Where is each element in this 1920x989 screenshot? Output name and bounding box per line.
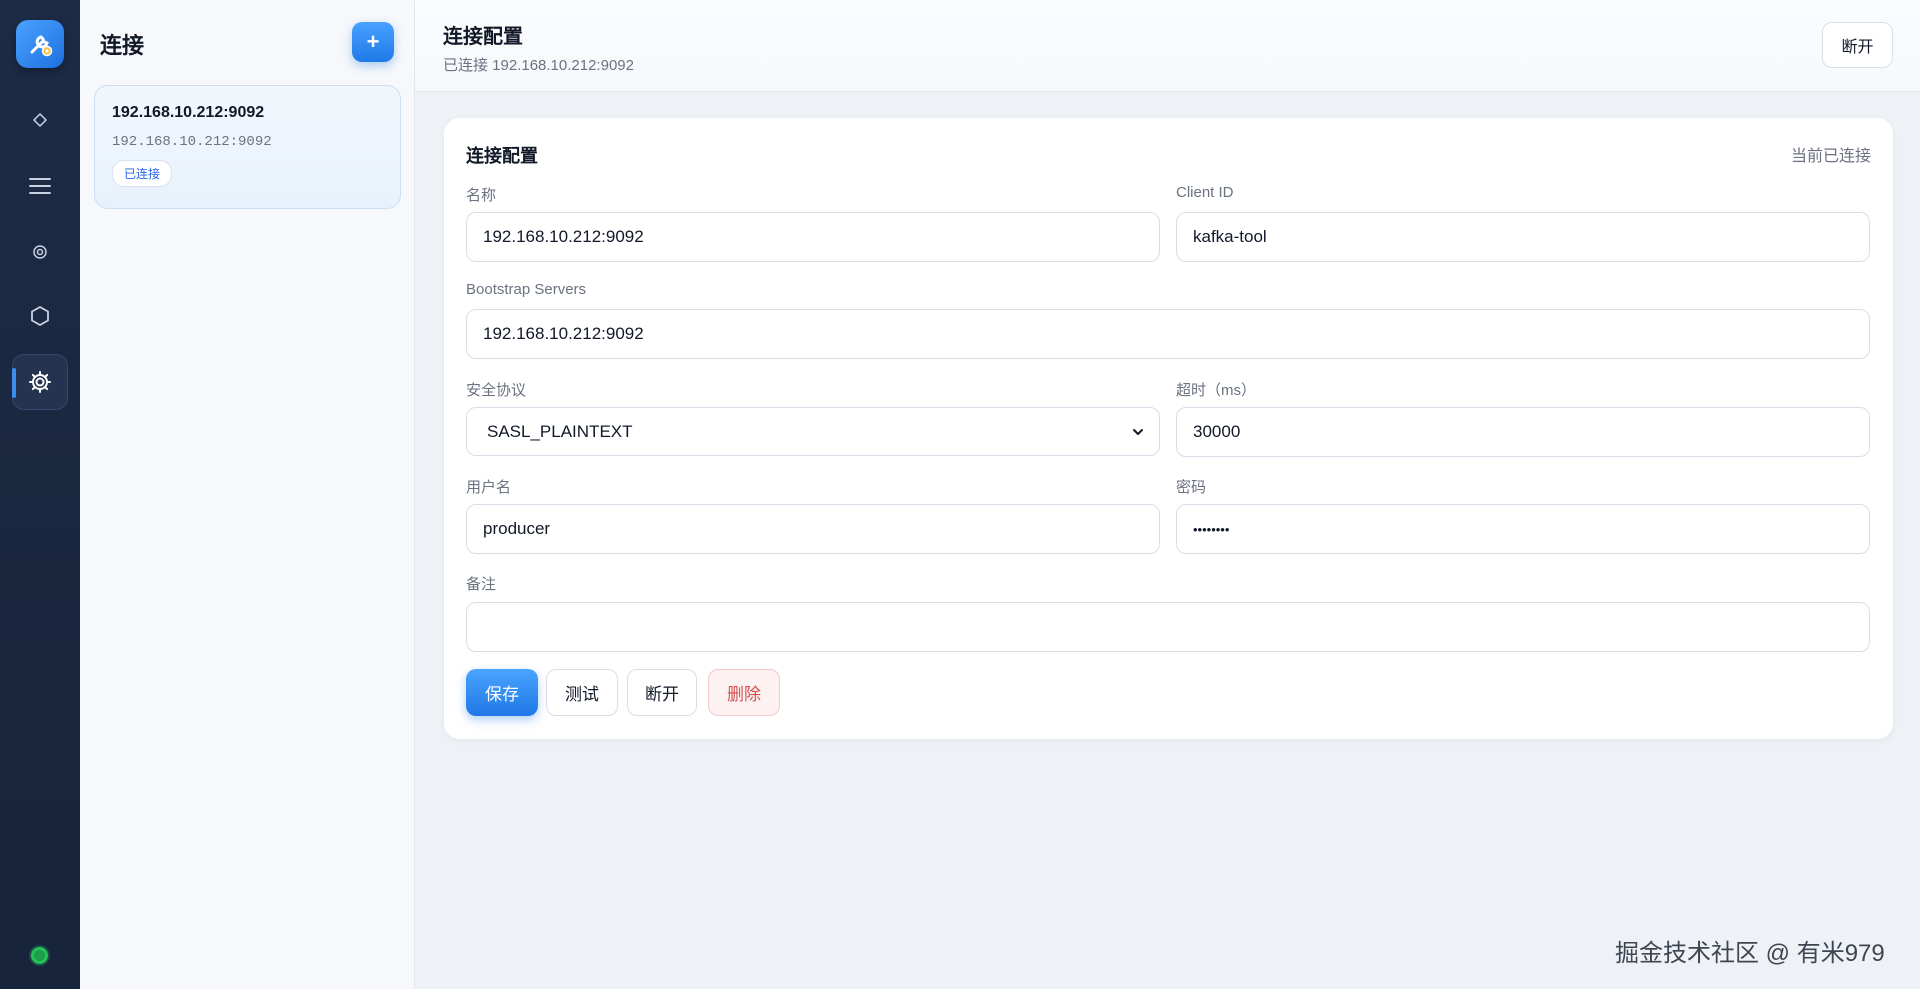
password-label: 密码 [1176, 479, 1207, 496]
card-title: 连接配置 [466, 146, 538, 166]
app-logo [16, 20, 64, 68]
connection-status-badge: 已连接 [112, 160, 173, 187]
target-icon [33, 245, 47, 259]
name-label: 名称 [466, 187, 497, 204]
name-field[interactable] [466, 212, 1160, 262]
password-mask: •••••••• [1193, 521, 1230, 537]
icon-rail [0, 0, 80, 989]
username-label: 用户名 [466, 479, 512, 496]
timeout-label: 超时（ms） [1176, 382, 1256, 399]
connection-panel-title: 连接 [100, 33, 145, 58]
password-field[interactable]: •••••••• [1176, 504, 1870, 554]
chevron-down-icon [1133, 428, 1143, 435]
header-disconnect-button[interactable]: 断开 [1822, 22, 1893, 68]
diamond-icon [32, 112, 48, 128]
connection-status-dot [31, 947, 48, 964]
remark-label: 备注 [466, 576, 497, 593]
menu-icon [29, 178, 51, 194]
nav-settings-button[interactable] [12, 354, 68, 410]
connection-panel: 连接 + 192.168.10.212:9092 192.168.10.212:… [80, 0, 415, 989]
bootstrap-servers-label: Bootstrap Servers [466, 281, 587, 298]
nav-brokers-button[interactable] [12, 288, 68, 344]
gear-icon [29, 371, 51, 393]
wrench-gear-icon [30, 35, 53, 57]
timeout-field[interactable] [1176, 407, 1870, 457]
save-button[interactable]: 保存 [466, 669, 538, 716]
delete-button[interactable]: 删除 [708, 669, 780, 716]
connection-card[interactable]: 192.168.10.212:9092 192.168.10.212:9092 … [94, 85, 401, 209]
page-header: 连接配置 已连接 192.168.10.212:9092 断开 [415, 0, 1920, 92]
security-protocol-select[interactable]: SASL_PLAINTEXT [466, 407, 1160, 456]
nav-consumers-button[interactable] [12, 224, 68, 280]
username-field[interactable] [466, 504, 1160, 554]
remark-field[interactable] [466, 602, 1870, 652]
client-id-label: Client ID [1176, 184, 1234, 201]
watermark-text: 掘金技术社区 @ 有米979 [1615, 940, 1885, 967]
test-button[interactable]: 测试 [546, 669, 618, 716]
connection-card-address: 192.168.10.212:9092 [112, 134, 272, 150]
security-protocol-label: 安全协议 [466, 382, 527, 399]
client-id-field[interactable] [1176, 212, 1870, 262]
security-protocol-value: SASL_PLAINTEXT [487, 421, 633, 441]
page-title: 连接配置 [443, 26, 523, 48]
active-indicator [12, 368, 16, 398]
bootstrap-servers-field[interactable] [466, 309, 1870, 359]
connection-config-card: 连接配置 当前已连接 名称 Client ID Bootstrap Server… [444, 118, 1893, 739]
card-status: 当前已连接 [1790, 148, 1871, 165]
add-connection-button[interactable]: + [352, 22, 394, 62]
nav-overview-button[interactable] [12, 92, 68, 148]
hexagon-icon [31, 305, 49, 327]
page-subtitle: 已连接 192.168.10.212:9092 [443, 57, 634, 74]
connection-card-name: 192.168.10.212:9092 [112, 104, 265, 121]
disconnect-button[interactable]: 断开 [627, 669, 697, 716]
nav-topics-button[interactable] [12, 158, 68, 214]
